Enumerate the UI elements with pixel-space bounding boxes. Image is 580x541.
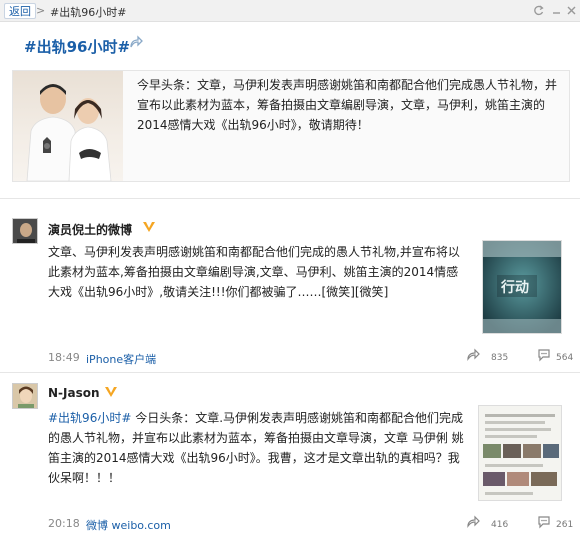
- avatar[interactable]: [12, 218, 38, 244]
- repost-icon[interactable]: [466, 348, 480, 362]
- verified-icon: [142, 220, 156, 234]
- topic-card: 今早头条：文章，马伊利发表声明感谢姚笛和南都配合他们完成愚人节礼物，并宣布以此素…: [12, 70, 570, 182]
- repost-count: 835: [491, 353, 509, 363]
- divider: [0, 198, 580, 199]
- post-hashtag[interactable]: #出轨96小时#: [48, 411, 131, 425]
- divider: [0, 372, 580, 373]
- post-source[interactable]: 微博 weibo.com: [86, 517, 171, 533]
- post-author[interactable]: N-Jason: [48, 386, 100, 400]
- back-button[interactable]: 返回: [4, 3, 36, 19]
- post-time: 20:18: [48, 517, 80, 530]
- repost-icon[interactable]: [466, 515, 480, 529]
- post-thumbnail[interactable]: 行动: [482, 240, 562, 334]
- thumbnail-text: 行动: [501, 280, 529, 296]
- post-source[interactable]: iPhone客户端: [86, 351, 156, 367]
- minimize-icon[interactable]: [550, 4, 563, 17]
- breadcrumb-separator: >: [36, 4, 46, 17]
- comment-icon[interactable]: [537, 348, 551, 362]
- post-text: 文章、马伊利发表声明感谢姚笛和南都配合他们完成的愚人节礼物,并宣布将以此素材为蓝…: [48, 245, 460, 299]
- topic-photo: [13, 71, 123, 181]
- top-bar: 返回 > #出轨96小时#: [0, 0, 580, 22]
- avatar[interactable]: [12, 383, 38, 409]
- comment-count: 564: [556, 353, 574, 363]
- breadcrumb: #出轨96小时#: [50, 6, 127, 19]
- verified-icon: [104, 385, 118, 399]
- comment-icon[interactable]: [537, 515, 551, 529]
- refresh-icon[interactable]: [532, 4, 545, 17]
- repost-count: 416: [491, 520, 509, 530]
- post-thumbnail[interactable]: [478, 405, 562, 501]
- post-time: 18:49: [48, 351, 80, 364]
- share-icon[interactable]: [128, 34, 144, 50]
- comment-count: 261: [556, 520, 574, 530]
- topic-text: 今早头条：文章，马伊利发表声明感谢姚笛和南都配合他们完成愚人节礼物，并宣布以此素…: [137, 78, 558, 132]
- post-text: #出轨96小时# 今日头条：文章.马伊俐发表声明感谢姚笛和南都配合他们完成的愚人…: [48, 408, 468, 488]
- close-icon[interactable]: [565, 4, 578, 17]
- topic-title[interactable]: #出轨96小时#: [24, 36, 130, 57]
- post-author[interactable]: 演员倪土的微博: [48, 221, 132, 238]
